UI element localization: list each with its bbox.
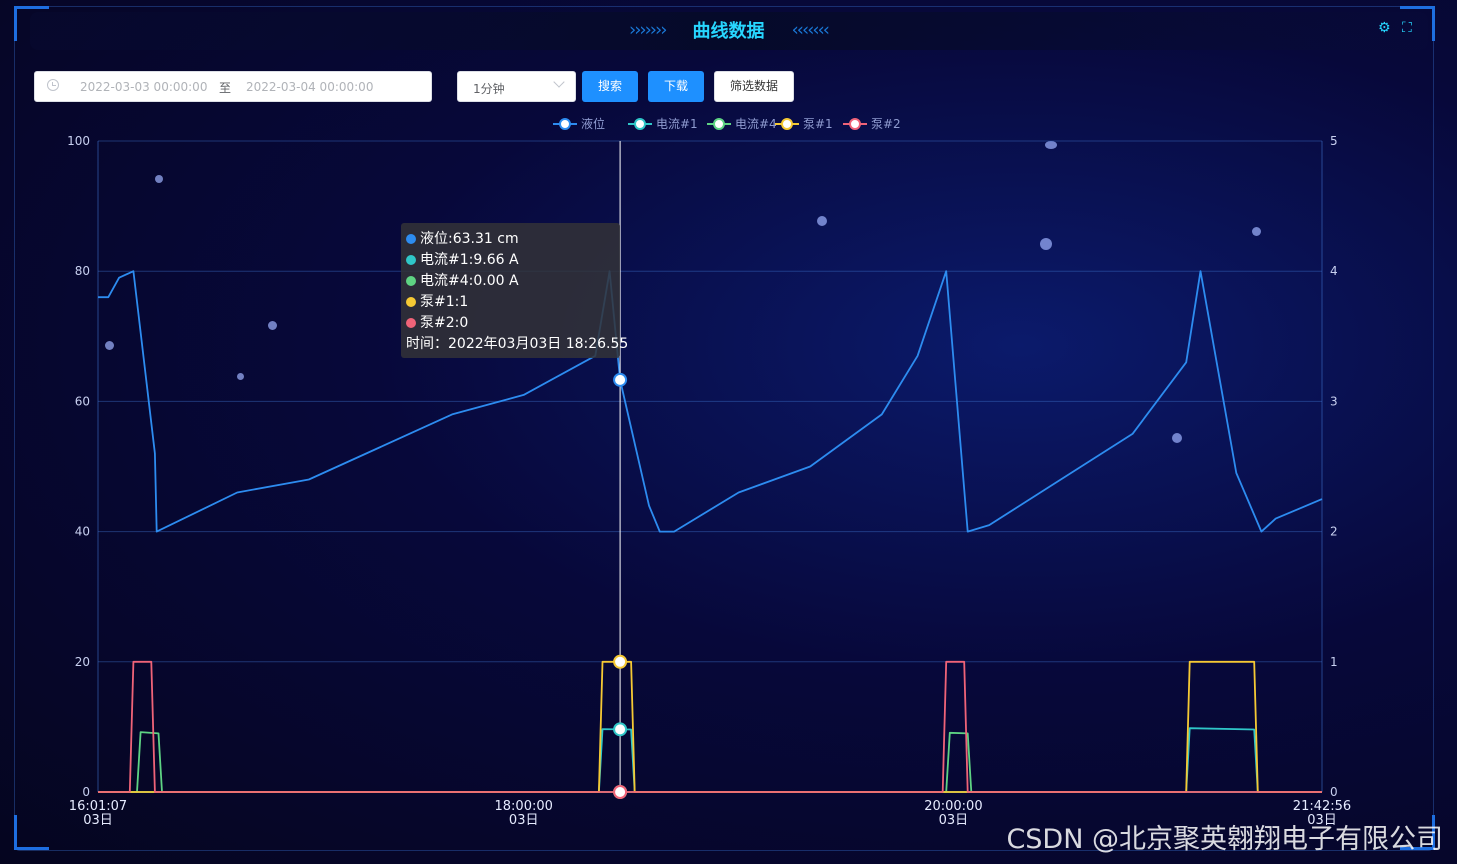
tooltip-row: 泵#1:1 bbox=[406, 292, 620, 313]
y-left-tick-label: 0 bbox=[82, 785, 90, 799]
tooltip-dot bbox=[406, 318, 416, 328]
x-tick-sublabel: 03日 bbox=[83, 813, 113, 828]
tooltip-dot bbox=[406, 234, 416, 244]
y-left-tick-label: 60 bbox=[75, 394, 90, 408]
tooltip-current-1: 电流#1:9.66 A bbox=[420, 252, 519, 268]
y-right-tick-label: 1 bbox=[1330, 655, 1338, 669]
x-tick-label: 18:00:00 bbox=[495, 799, 553, 814]
tooltip-dot bbox=[406, 297, 416, 307]
series-line-泵#2 bbox=[98, 660, 1322, 793]
tooltip-row: 电流#1:9.66 A bbox=[406, 250, 620, 271]
y-right-tick-label: 2 bbox=[1330, 525, 1338, 539]
y-right-tick-label: 4 bbox=[1330, 264, 1338, 278]
cursor-point bbox=[613, 722, 628, 737]
tooltip-level: 液位:63.31 cm bbox=[420, 231, 519, 247]
y-right-tick-label: 5 bbox=[1330, 134, 1338, 148]
x-tick-label: 16:01:07 bbox=[69, 799, 127, 814]
tooltip-time: 时间：2022年03月03日 18:26.55 bbox=[406, 336, 629, 352]
y-left-tick-label: 100 bbox=[67, 134, 90, 148]
tooltip-pump-2: 泵#2:0 bbox=[420, 315, 469, 331]
tooltip-row: 电流#4:0.00 A bbox=[406, 271, 620, 292]
cursor-point bbox=[613, 372, 628, 387]
tooltip-dot bbox=[406, 276, 416, 286]
y-left-tick-label: 40 bbox=[75, 525, 90, 539]
tooltip-current-4: 电流#4:0.00 A bbox=[420, 273, 519, 289]
y-left-tick-label: 80 bbox=[75, 264, 90, 278]
x-tick-label: 21:42:56 bbox=[1293, 799, 1351, 814]
line-chart[interactable]: 02040608010001234516:01:0703日18:00:0003日… bbox=[0, 0, 1457, 864]
y-left-tick-label: 20 bbox=[75, 655, 90, 669]
cursor-point bbox=[613, 654, 628, 669]
tooltip-row: 泵#2:0 bbox=[406, 313, 620, 334]
series-line-电流#4 bbox=[98, 731, 1322, 793]
series-line-电流#1 bbox=[98, 727, 1322, 793]
watermark: CSDN @北京聚英翱翔电子有限公司 bbox=[1006, 824, 1443, 855]
cursor-point bbox=[613, 785, 628, 799]
x-tick-sublabel: 03日 bbox=[939, 813, 969, 828]
x-tick-label: 20:00:00 bbox=[924, 799, 982, 814]
tooltip-row: 液位:63.31 cm bbox=[406, 229, 620, 250]
tooltip-pump-1: 泵#1:1 bbox=[420, 294, 469, 310]
y-right-tick-label: 3 bbox=[1330, 394, 1338, 408]
tooltip-dot bbox=[406, 255, 416, 265]
series-line-泵#1 bbox=[98, 660, 1322, 793]
x-tick-sublabel: 03日 bbox=[509, 813, 539, 828]
chart-tooltip: 液位:63.31 cm 电流#1:9.66 A 电流#4:0.00 A 泵#1:… bbox=[401, 223, 629, 358]
y-right-tick-label: 0 bbox=[1330, 785, 1338, 799]
